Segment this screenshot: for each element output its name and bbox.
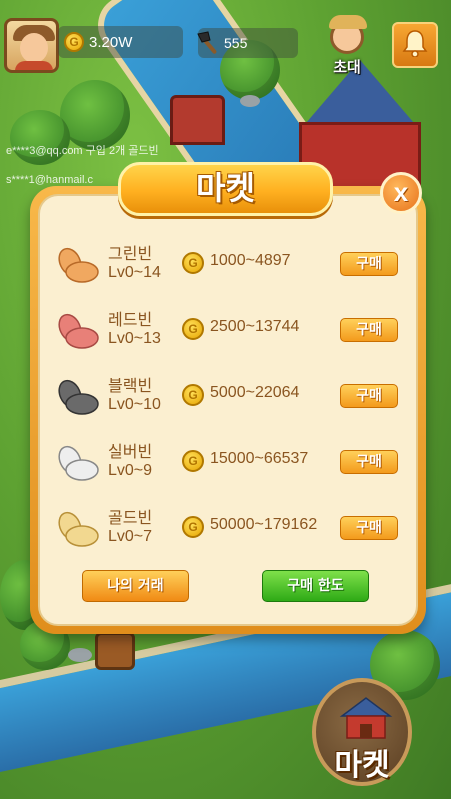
invite-button[interactable]: 초대 — [322, 15, 372, 80]
buy-button[interactable]: 구매 — [340, 252, 398, 276]
my-trades-button[interactable]: 나의 거래 — [82, 570, 189, 602]
black-bean-icon — [52, 376, 104, 420]
gold-bean-icon — [52, 508, 104, 552]
ticker-message: s****1@hanmail.c — [6, 174, 93, 186]
market-title: 마켓 — [196, 169, 255, 207]
rock — [68, 648, 92, 662]
item-name: 블랙빈 — [108, 376, 153, 395]
gold-coin-icon: G — [182, 384, 204, 406]
close-button[interactable]: x — [380, 172, 422, 214]
item-level: Lv0~7 — [108, 528, 153, 545]
item-price: 5000~22064 — [210, 384, 300, 401]
item-name: 골드빈 — [108, 508, 153, 527]
farmer-icon — [329, 15, 367, 54]
item-level: Lv0~9 — [108, 462, 153, 479]
buy-button[interactable]: 구매 — [340, 318, 398, 342]
market-item-row: 레드빈 Lv0~13 G 2500~13744 구매 — [52, 304, 412, 360]
item-level: Lv0~13 — [108, 330, 161, 347]
item-name: 그린빈 — [108, 244, 153, 263]
axe-counter: 555 — [197, 28, 298, 58]
item-name: 실버빈 — [108, 442, 153, 461]
market-item-row: 블랙빈 Lv0~10 G 5000~22064 구매 — [52, 370, 412, 426]
rock — [240, 95, 260, 107]
buy-button[interactable]: 구매 — [340, 516, 398, 540]
item-price: 15000~66537 — [210, 450, 309, 467]
gold-coin-icon: G — [182, 450, 204, 472]
ticker-message: e****3@qq.com 구입 2개 골드빈 — [6, 145, 159, 157]
market-item-row: 골드빈 Lv0~7 G 50000~179162 구매 — [52, 502, 412, 558]
market-item-row: 그린빈 Lv0~14 G 1000~4897 구매 — [52, 238, 412, 294]
bell-icon — [402, 29, 428, 61]
invite-label: 초대 — [333, 58, 361, 76]
item-price: 2500~13744 — [210, 318, 300, 335]
item-name: 레드빈 — [108, 310, 153, 329]
market-item-row: 실버빈 Lv0~9 G 15000~66537 구매 — [52, 436, 412, 492]
coin-balance: G 3.20W — [58, 26, 183, 58]
coin-amount: 3.20W — [89, 33, 133, 51]
buy-button[interactable]: 구매 — [340, 384, 398, 408]
market-shortcut-label: 마켓 — [334, 748, 390, 783]
gold-coin-icon: G — [64, 32, 84, 52]
buy-limit-button[interactable]: 구매 한도 — [262, 570, 369, 602]
notification-button[interactable] — [392, 22, 438, 68]
silver-bean-icon — [52, 442, 104, 486]
gold-coin-icon: G — [182, 252, 204, 274]
green-bean-icon — [52, 244, 104, 288]
gold-coin-icon: G — [182, 318, 204, 340]
item-price: 1000~4897 — [210, 252, 291, 269]
small-barn — [170, 95, 225, 145]
market-title-plate: 마켓 — [118, 162, 333, 216]
item-level: Lv0~14 — [108, 264, 161, 281]
item-price: 50000~179162 — [210, 516, 318, 533]
item-level: Lv0~10 — [108, 396, 161, 413]
axe-icon — [194, 30, 220, 56]
player-avatar[interactable] — [4, 18, 59, 73]
tree — [60, 80, 130, 150]
market-shortcut-button[interactable]: 마켓 — [312, 678, 412, 786]
market-house-icon — [338, 696, 394, 740]
axe-amount: 555 — [224, 35, 248, 51]
barrel — [95, 632, 135, 670]
buy-button[interactable]: 구매 — [340, 450, 398, 474]
red-bean-icon — [52, 310, 104, 354]
gold-coin-icon: G — [182, 516, 204, 538]
